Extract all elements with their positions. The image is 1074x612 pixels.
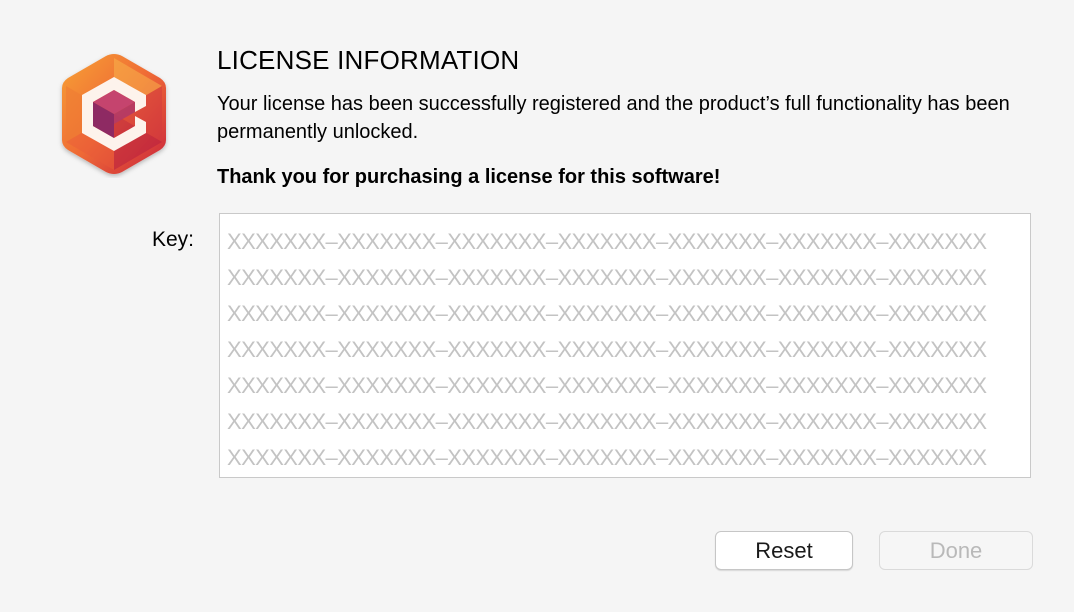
license-key-line: XXXXXXX–XXXXXXX–XXXXXXX–XXXXXXX–XXXXXXX–… [227,337,987,362]
license-key-line: XXXXXXX–XXXXXXX–XXXXXXX–XXXXXXX–XXXXXXX–… [227,409,987,434]
thank-you-message: Thank you for purchasing a license for t… [217,166,721,188]
app-logo-icon [62,54,166,174]
reset-button[interactable]: Reset [715,531,853,570]
key-label: Key: [152,228,195,251]
license-key-field[interactable]: XXXXXXX–XXXXXXX–XXXXXXX–XXXXXXX–XXXXXXX–… [219,213,1031,478]
license-key-line: XXXXXXX–XXXXXXX–XXXXXXX–XXXXXXX–XXXXXXX–… [227,301,987,326]
license-key-line: XXXXXXX–XXXXXXX–XXXXXXX–XXXXXXX–XXXXXXX–… [227,265,987,290]
dialog-title: LICENSE INFORMATION [217,45,520,75]
license-key-line: XXXXXXX–XXXXXXX–XXXXXXX–XXXXXXX–XXXXXXX–… [227,373,987,398]
license-key-line: XXXXXXX–XXXXXXX–XXXXXXX–XXXXXXX–XXXXXXX–… [227,229,987,254]
license-key-line: XXXXXXX–XXXXXXX–XXXXXXX–XXXXXXX–XXXXXXX–… [227,445,987,470]
license-message: Your license has been successfully regis… [217,93,1010,143]
done-button[interactable]: Done [879,531,1033,570]
